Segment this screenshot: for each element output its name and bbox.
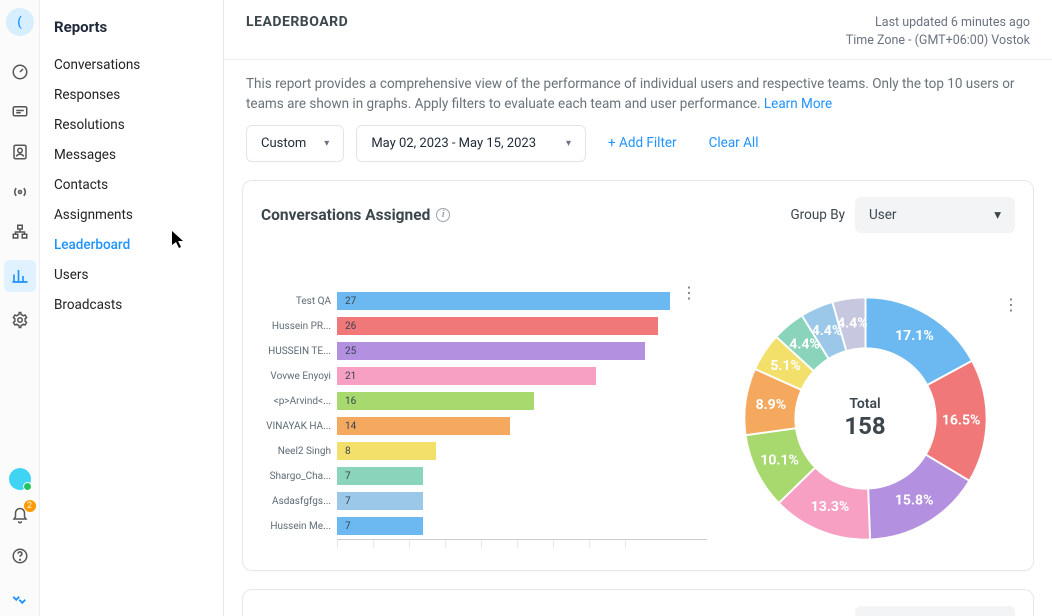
bar-label: Hussein PR...	[261, 321, 337, 332]
sidebar-title: Reports	[54, 18, 223, 36]
clear-all-button[interactable]: Clear All	[699, 129, 769, 157]
bar-row: HUSSEIN TE...25	[261, 339, 707, 364]
bar-row: Shargo_Cha...7	[261, 464, 707, 489]
contacts-icon[interactable]	[8, 140, 32, 164]
bar-row: <p>Arvind<...16	[261, 389, 707, 414]
org-icon[interactable]	[8, 220, 32, 244]
sidebar-item-contacts[interactable]: Contacts	[54, 170, 223, 200]
sidebar-item-messages[interactable]: Messages	[54, 140, 223, 170]
bar-fill[interactable]: 27	[337, 292, 670, 310]
bar-row: VINAYAK HA...14	[261, 414, 707, 439]
conversations-closed-card: Conversations Closed i Group By User▾	[242, 589, 1034, 616]
add-filter-button[interactable]: + Add Filter	[598, 129, 687, 157]
sidebar-item-assignments[interactable]: Assignments	[54, 200, 223, 230]
donut-slice-label: 4.4%	[789, 336, 820, 352]
card-title: Conversations Assigned i	[261, 206, 450, 224]
donut-slice-label: 4.4%	[837, 315, 868, 331]
donut-slice-label: 8.9%	[755, 396, 786, 412]
sidebar-item-conversations[interactable]: Conversations	[54, 50, 223, 80]
sidebar-item-broadcasts[interactable]: Broadcasts	[54, 290, 223, 320]
bar-label: Shargo_Cha...	[261, 471, 337, 482]
donut-chart: ⋮ 17.1%16.5%15.8%13.3%10.1%8.9%5.1%4.4%4…	[715, 239, 1015, 548]
sidebar: Reports Conversations Responses Resoluti…	[40, 0, 224, 616]
workspace-avatar[interactable]: (	[6, 8, 34, 36]
sidebar-item-users[interactable]: Users	[54, 260, 223, 290]
date-range-picker[interactable]: May 02, 2023 - May 15, 2023▾	[356, 125, 586, 162]
bar-fill[interactable]: 7	[337, 492, 423, 510]
main-content: LEADERBOARD Last updated 6 minutes ago T…	[224, 0, 1052, 616]
bar-label: VINAYAK HA...	[261, 421, 337, 432]
bar-label: Test QA	[261, 296, 337, 307]
filter-row: Custom▾ May 02, 2023 - May 15, 2023▾ + A…	[224, 121, 1052, 180]
bar-chart: ⋮ Test QA27Hussein PR...26HUSSEIN TE...2…	[261, 239, 707, 548]
donut-slice-label: 10.1%	[760, 452, 799, 468]
page-header: LEADERBOARD Last updated 6 minutes ago T…	[224, 0, 1052, 60]
bar-fill[interactable]: 26	[337, 317, 658, 335]
bell-icon[interactable]: 2	[8, 504, 32, 528]
bar-row: Neel2 Singh8	[261, 439, 707, 464]
donut-slice-label: 16.5%	[941, 412, 980, 428]
donut-slice-label: 15.8%	[894, 492, 933, 508]
chevron-down-icon: ▾	[566, 138, 571, 149]
donut-total-value: 158	[844, 412, 885, 440]
bar-label: Asdasfgfgs...	[261, 496, 337, 507]
chevron-down-icon: ▾	[994, 207, 1001, 223]
header-meta: Last updated 6 minutes ago Time Zone - (…	[846, 14, 1030, 49]
bar-label: Neel2 Singh	[261, 446, 337, 457]
brand-icon[interactable]	[8, 584, 32, 608]
bar-fill[interactable]: 7	[337, 517, 423, 535]
last-updated: Last updated 6 minutes ago	[846, 14, 1030, 32]
bar-row: Hussein Me...7	[261, 514, 707, 539]
bar-row: Hussein PR...26	[261, 314, 707, 339]
group-by-select[interactable]: User▾	[855, 606, 1015, 616]
bar-label: Hussein Me...	[261, 521, 337, 532]
bar-label: <p>Arvind<...	[261, 396, 337, 407]
donut-slice-label: 5.1%	[770, 357, 801, 373]
icon-rail: ( 2	[0, 0, 40, 616]
sidebar-item-leaderboard[interactable]: Leaderboard	[54, 230, 223, 260]
timezone: Time Zone - (GMT+06:00) Vostok	[846, 32, 1030, 50]
info-icon[interactable]: i	[436, 208, 450, 222]
settings-icon[interactable]	[8, 308, 32, 332]
report-description: This report provides a comprehensive vie…	[224, 60, 1052, 121]
bar-fill[interactable]: 16	[337, 392, 534, 410]
donut-chart-menu-icon[interactable]: ⋮	[1003, 295, 1019, 314]
conversations-assigned-card: Conversations Assigned i Group By User▾ …	[242, 180, 1034, 571]
donut-slice-label: 13.3%	[810, 499, 849, 515]
bar-fill[interactable]: 8	[337, 442, 436, 460]
sidebar-item-resolutions[interactable]: Resolutions	[54, 110, 223, 140]
donut-total-label: Total	[844, 396, 885, 412]
sidebar-item-responses[interactable]: Responses	[54, 80, 223, 110]
bar-row: Test QA27	[261, 289, 707, 314]
dashboard-icon[interactable]	[8, 60, 32, 84]
donut-slice-label: 17.1%	[895, 328, 934, 344]
chevron-down-icon: ▾	[324, 138, 329, 149]
learn-more-link[interactable]: Learn More	[764, 96, 832, 112]
page-title: LEADERBOARD	[246, 14, 348, 49]
group-by-label: Group By	[790, 207, 845, 223]
bar-row: Asdasfgfgs...7	[261, 489, 707, 514]
chat-icon[interactable]	[8, 100, 32, 124]
broadcast-icon[interactable]	[8, 180, 32, 204]
bar-label: Vovwe Enyoyi	[261, 371, 337, 382]
user-presence-avatar[interactable]	[9, 468, 31, 490]
help-icon[interactable]	[8, 544, 32, 568]
bar-fill[interactable]: 7	[337, 467, 423, 485]
group-by-select[interactable]: User▾	[855, 197, 1015, 233]
bar-row: Vovwe Enyoyi21	[261, 364, 707, 389]
bar-fill[interactable]: 25	[337, 342, 645, 360]
bar-fill[interactable]: 14	[337, 417, 510, 435]
reports-icon[interactable]	[4, 260, 36, 292]
bar-fill[interactable]: 21	[337, 367, 596, 385]
date-range-type-select[interactable]: Custom▾	[246, 125, 344, 162]
bar-label: HUSSEIN TE...	[261, 346, 337, 357]
